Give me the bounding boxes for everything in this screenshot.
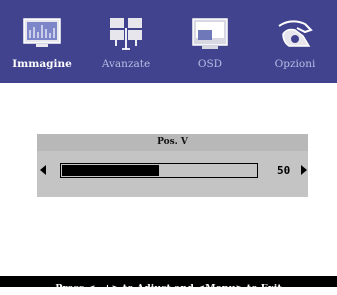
network-icon [110, 18, 142, 50]
picture-icon [23, 18, 61, 47]
osd-window-icon [192, 18, 228, 49]
tab-osd[interactable]: OSD [168, 0, 252, 83]
menu-bar: Immagine Avanzate OSD Opzioni [0, 0, 337, 83]
hand-options-icon [278, 20, 313, 47]
adjust-panel: Pos. V 50 [37, 134, 308, 197]
footer-hint: Press <–,+> to Adjust and <Menu> to Exit [55, 283, 282, 294]
tab-label: Immagine [12, 58, 72, 70]
tab-immagine[interactable]: Immagine [0, 0, 84, 83]
tab-opzioni[interactable]: Opzioni [253, 0, 337, 83]
tab-avanzate[interactable]: Avanzate [84, 0, 168, 83]
level-slider[interactable] [60, 163, 258, 178]
arrow-left-icon[interactable] [40, 165, 46, 175]
arrow-right-icon[interactable] [301, 165, 307, 175]
osd-screen: Immagine Avanzate OSD Opzioni Pos. V 50 … [0, 0, 337, 294]
tab-label: Opzioni [274, 58, 316, 70]
tab-label: Avanzate [101, 58, 151, 70]
footer-bar: Press <–,+> to Adjust and <Menu> to Exit [0, 276, 337, 294]
level-slider-fill [62, 165, 159, 176]
level-value: 50 [277, 164, 291, 177]
tab-label: OSD [197, 58, 223, 70]
panel-title: Pos. V [37, 134, 308, 151]
